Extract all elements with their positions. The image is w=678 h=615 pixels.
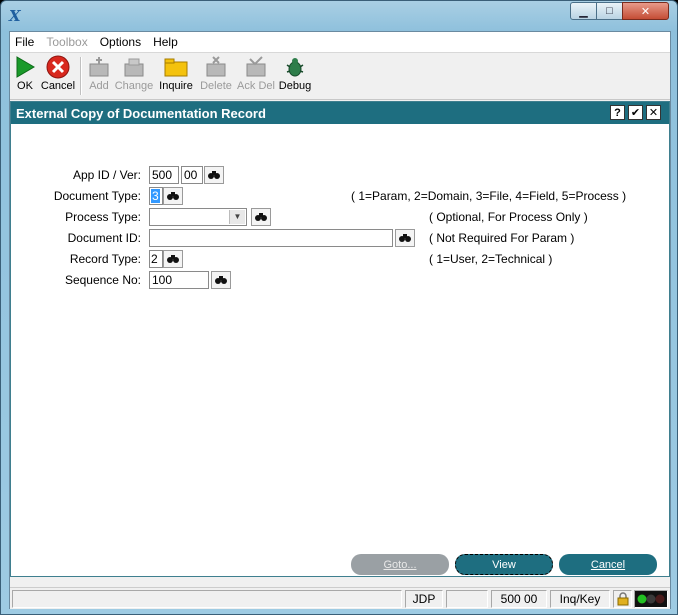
ack-del-button[interactable]: Ack Del	[236, 55, 276, 97]
panel-close-icon[interactable]: ✕	[646, 105, 661, 120]
binoculars-icon	[255, 213, 267, 221]
minimize-button[interactable]: ▁	[570, 2, 597, 20]
traffic-light-icon	[634, 590, 668, 608]
debug-button[interactable]: Debug	[278, 55, 312, 97]
close-window-button[interactable]: ✕	[622, 2, 669, 20]
record-type-label: Record Type:	[69, 252, 141, 266]
doc-type-lookup-button[interactable]	[163, 187, 183, 205]
binoculars-icon	[215, 276, 227, 284]
doc-id-field[interactable]	[149, 229, 393, 247]
add-button[interactable]: Add	[86, 55, 112, 97]
menu-help[interactable]: Help	[148, 35, 183, 49]
process-type-dropdown[interactable]: ▼	[149, 208, 247, 226]
record-type-hint: ( 1=User, 2=Technical )	[429, 252, 553, 266]
toolbar-separator	[80, 57, 82, 95]
menu-options[interactable]: Options	[95, 35, 146, 49]
title-bar: X ▁ □ ✕	[1, 1, 677, 31]
sequence-field[interactable]: 100	[149, 271, 209, 289]
debug-bug-icon	[283, 55, 307, 79]
app-id-label: App ID / Ver:	[72, 168, 141, 182]
cancel-x-icon	[46, 55, 70, 79]
status-app: 500 00	[491, 590, 547, 608]
process-type-lookup-button[interactable]	[251, 208, 271, 226]
record-type-lookup-button[interactable]	[163, 250, 183, 268]
doc-id-lookup-button[interactable]	[395, 229, 415, 247]
goto-label: Goto...	[383, 558, 417, 571]
process-type-hint: ( Optional, For Process Only )	[429, 210, 588, 224]
binoculars-icon	[167, 192, 179, 200]
delete-tray-icon	[204, 55, 228, 79]
sequence-lookup-button[interactable]	[211, 271, 231, 289]
process-type-label: Process Type:	[65, 210, 141, 224]
version-field[interactable]: 00	[181, 166, 203, 184]
cancel-button-label: Cancel	[590, 558, 626, 571]
delete-button[interactable]: Delete	[198, 55, 234, 97]
help-icon[interactable]: ?	[610, 105, 625, 120]
doc-type-field[interactable]: 3	[149, 187, 163, 205]
ack-del-tray-icon	[244, 55, 268, 79]
menu-toolbox[interactable]: Toolbox	[41, 35, 92, 49]
maximize-button[interactable]: □	[596, 2, 623, 20]
chevron-down-icon[interactable]: ▼	[229, 210, 245, 224]
doc-id-label: Document ID:	[67, 231, 141, 245]
record-type-field[interactable]: 2	[149, 250, 163, 268]
binoculars-icon	[167, 255, 179, 263]
inquire-folder-icon	[164, 55, 188, 79]
app-id-field[interactable]: 500	[149, 166, 179, 184]
doc-type-value: 3	[151, 189, 160, 203]
status-mode: Inq/Key	[550, 590, 610, 608]
play-icon	[13, 55, 37, 79]
binoculars-icon	[399, 234, 411, 242]
record-panel: External Copy of Documentation Record ? …	[10, 101, 670, 577]
app-logo-icon: X	[9, 7, 21, 25]
view-label: View	[492, 558, 516, 571]
ack-del-label: Ack Del	[237, 80, 275, 92]
lock-icon	[613, 590, 632, 608]
delete-label: Delete	[200, 80, 232, 92]
doc-type-hint: ( 1=Param, 2=Domain, 3=File, 4=Field, 5=…	[351, 189, 627, 203]
doc-type-label: Document Type:	[53, 189, 141, 203]
status-message-pane	[12, 590, 402, 608]
app-id-lookup-button[interactable]	[204, 166, 224, 184]
status-bar: JDP 500 00 Inq/Key	[10, 587, 670, 609]
inquire-button[interactable]: Inquire	[158, 55, 194, 97]
debug-label: Debug	[278, 80, 312, 92]
binoculars-icon	[208, 171, 220, 179]
application-window: X ▁ □ ✕ File Toolbox Options Help OK Can…	[0, 0, 678, 615]
add-tray-icon	[87, 55, 111, 79]
status-blank-pane	[446, 590, 488, 608]
sequence-label: Sequence No:	[64, 273, 141, 287]
menu-file[interactable]: File	[10, 35, 39, 49]
panel-header: External Copy of Documentation Record ? …	[11, 102, 669, 124]
confirm-check-icon[interactable]: ✔	[628, 105, 643, 120]
cancel-label: Cancel	[40, 80, 76, 92]
add-label: Add	[89, 80, 109, 92]
client-area: File Toolbox Options Help OK Cancel Add …	[9, 31, 671, 609]
menu-bar: File Toolbox Options Help	[10, 32, 670, 52]
change-button[interactable]: Change	[114, 55, 154, 97]
doc-id-hint: ( Not Required For Param )	[429, 231, 575, 245]
cancel-toolbar-button[interactable]: Cancel	[40, 55, 76, 97]
view-button[interactable]: View	[455, 554, 553, 575]
inquire-label: Inquire	[159, 80, 193, 92]
toolbar: OK Cancel Add Change Inquire Delete Ack …	[10, 52, 670, 100]
change-label: Change	[114, 80, 154, 92]
goto-button[interactable]: Goto...	[351, 554, 449, 575]
panel-title: External Copy of Documentation Record	[16, 105, 266, 121]
status-user: JDP	[405, 590, 443, 608]
change-tray-icon	[122, 55, 146, 79]
ok-label: OK	[17, 80, 33, 92]
ok-button[interactable]: OK	[12, 55, 38, 97]
cancel-button[interactable]: Cancel	[559, 554, 657, 575]
